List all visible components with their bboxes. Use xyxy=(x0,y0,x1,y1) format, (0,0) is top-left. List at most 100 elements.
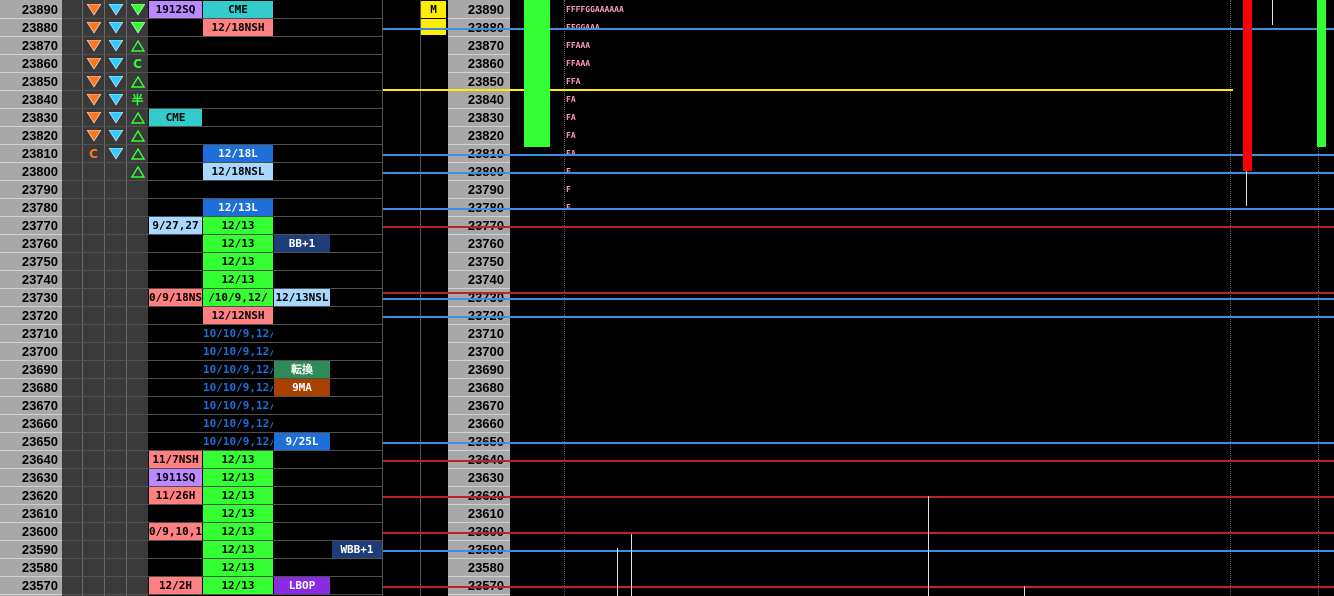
triangle-down-icon xyxy=(105,1,126,19)
price-cell-2: 23660 xyxy=(448,415,510,433)
label-c[interactable]: 9MA xyxy=(274,379,330,396)
level-line xyxy=(383,442,1334,444)
price-cell-2: 23690 xyxy=(448,361,510,379)
label-a[interactable]: 0/9,10,1 xyxy=(149,523,202,540)
label-a[interactable]: 11/26H xyxy=(149,487,202,504)
label-a[interactable]: 9/27,27 xyxy=(149,217,202,234)
price-cell: 23590 xyxy=(0,541,62,559)
label-c[interactable]: 9/25L xyxy=(274,433,330,450)
triangle-down-icon xyxy=(83,109,104,127)
label-b[interactable]: 12/18NSH xyxy=(203,19,273,36)
label-b[interactable]: 10/10/9,12/ xyxy=(203,415,273,432)
triangle-down-icon xyxy=(127,19,148,37)
price-cell: 23700 xyxy=(0,343,62,361)
volume-tick xyxy=(631,534,632,596)
triangle-down-icon xyxy=(83,55,104,73)
price-cell-2: 23680 xyxy=(448,379,510,397)
triangle-up-icon xyxy=(127,163,148,181)
green-range-bar xyxy=(524,0,550,147)
label-b[interactable]: 12/13L xyxy=(203,199,273,216)
label-b[interactable]: 12/13 xyxy=(203,271,273,288)
row-separator xyxy=(62,181,382,199)
volume-tick xyxy=(1272,0,1273,25)
price-cell: 23790 xyxy=(0,181,62,199)
volume-tick xyxy=(1246,171,1247,206)
label-c[interactable]: LBOP xyxy=(274,577,330,594)
level-line xyxy=(383,532,1334,534)
price-cell: 23610 xyxy=(0,505,62,523)
label-b[interactable]: 10/10/9,12/ xyxy=(203,397,273,414)
price-cell-2: 23870 xyxy=(448,37,510,55)
volume-tick xyxy=(617,548,618,596)
price-cell: 23850 xyxy=(0,73,62,91)
price-cell-2: 23580 xyxy=(448,559,510,577)
price-cell: 23600 xyxy=(0,523,62,541)
label-a[interactable]: CME xyxy=(149,109,202,126)
price-cell-2: 23710 xyxy=(448,325,510,343)
label-c[interactable]: 転換 xyxy=(274,361,330,378)
label-b[interactable]: 12/18L xyxy=(203,145,273,162)
label-b[interactable]: 10/10/9,12/ xyxy=(203,325,273,342)
level-line xyxy=(383,172,1334,174)
label-b[interactable]: /10/9,12/ xyxy=(203,289,273,306)
tpo-letters: FFFFGGAAAAAA xyxy=(566,5,624,14)
triangle-down-icon xyxy=(127,1,148,19)
label-a[interactable]: 1911SQ xyxy=(149,469,202,486)
label-b[interactable]: 10/10/9,12/ xyxy=(203,433,273,450)
label-c[interactable]: 12/13NSL xyxy=(274,289,330,306)
price-cell-2: 23750 xyxy=(448,253,510,271)
label-c[interactable]: BB+1 xyxy=(274,235,330,252)
price-cell-2: 23700 xyxy=(448,343,510,361)
level-line xyxy=(383,460,1334,462)
price-cell: 23760 xyxy=(0,235,62,253)
label-a[interactable]: 0/9/18NS xyxy=(149,289,202,306)
label-b[interactable]: CME xyxy=(203,1,273,18)
price-cell: 23720 xyxy=(0,307,62,325)
label-b[interactable]: 12/13 xyxy=(203,505,273,522)
triangle-up-icon xyxy=(127,73,148,91)
label-b[interactable]: 12/13 xyxy=(203,469,273,486)
label-a[interactable]: 12/2H xyxy=(149,577,202,594)
label-a[interactable]: 1912SQ xyxy=(149,1,202,18)
red-range-bar xyxy=(1243,0,1252,171)
label-b[interactable]: 12/13 xyxy=(203,253,273,270)
level-line xyxy=(383,316,1334,318)
label-b[interactable]: 10/10/9,12/ xyxy=(203,343,273,360)
price-cell: 23770 xyxy=(0,217,62,235)
label-b[interactable]: 12/12NSH xyxy=(203,307,273,324)
triangle-up-icon xyxy=(127,127,148,145)
triangle-up-icon xyxy=(127,109,148,127)
price-cell: 23690 xyxy=(0,361,62,379)
triangle-up-icon xyxy=(127,145,148,163)
triangle-down-icon xyxy=(83,19,104,37)
price-cell: 23870 xyxy=(0,37,62,55)
label-b[interactable]: 10/10/9,12/ xyxy=(203,361,273,378)
label-b[interactable]: 12/18NSL xyxy=(203,163,273,180)
label-d[interactable]: WBB+1 xyxy=(332,541,382,558)
price-cell: 23740 xyxy=(0,271,62,289)
label-b[interactable]: 12/13 xyxy=(203,487,273,504)
label-b[interactable]: 12/13 xyxy=(203,559,273,576)
label-a[interactable]: 11/7NSH xyxy=(149,451,202,468)
triangle-down-icon xyxy=(83,73,104,91)
tpo-letters: FA xyxy=(566,113,576,122)
triangle-down-icon xyxy=(83,127,104,145)
price-cell-2: 23630 xyxy=(448,469,510,487)
level-line xyxy=(383,292,1334,294)
label-b[interactable]: 12/13 xyxy=(203,523,273,540)
price-ladder-board: 23890238901912SQCMEMFFFFGGAAAAAA23880238… xyxy=(0,0,1334,596)
m-marker-extension xyxy=(421,19,446,35)
label-b[interactable]: 12/13 xyxy=(203,451,273,468)
label-b[interactable]: 12/13 xyxy=(203,217,273,234)
level-line xyxy=(383,550,1334,552)
label-b[interactable]: 12/13 xyxy=(203,577,273,594)
label-b[interactable]: 10/10/9,12/ xyxy=(203,379,273,396)
label-b[interactable]: 12/13 xyxy=(203,541,273,558)
price-cell-2: 23860 xyxy=(448,55,510,73)
tpo-letters: FA xyxy=(566,95,576,104)
price-cell-2: 23790 xyxy=(448,181,510,199)
label-e[interactable]: M xyxy=(421,1,446,18)
price-cell-2: 23760 xyxy=(448,235,510,253)
label-b[interactable]: 12/13 xyxy=(203,235,273,252)
triangle-down-icon xyxy=(105,127,126,145)
